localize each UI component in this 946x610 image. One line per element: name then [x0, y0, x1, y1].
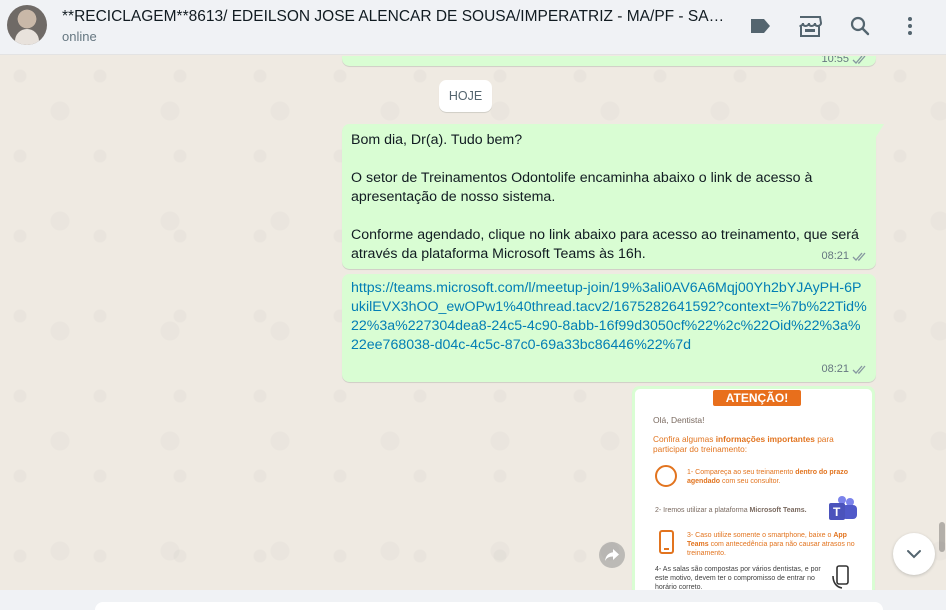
attention-poster-image[interactable]: ATENÇÃO! Olá, Dentista! Confira algumas … [635, 389, 872, 590]
forward-icon [605, 549, 619, 561]
hand-phone-icon [832, 565, 849, 589]
poster-heading: ATENÇÃO! [713, 390, 801, 406]
clock-icon [655, 465, 677, 487]
poster-item-1: 1- Compareça ao seu treinamento dentro d… [687, 469, 849, 485]
poster-greeting: Olá, Dentista! [653, 415, 705, 425]
chat-title[interactable]: **RECICLAGEM**8613/ EDEILSON JOSE ALENCA… [62, 8, 732, 26]
message-meta: 10:55 [821, 56, 868, 69]
link-message-bubble[interactable]: https://teams.microsoft.com/l/meetup-joi… [342, 274, 876, 382]
contact-avatar[interactable] [7, 5, 47, 45]
poster-item-3: 3- Caso utilize somente o smartphone, ba… [687, 532, 855, 557]
message-time: 08:21 [821, 363, 849, 375]
search-icon[interactable] [846, 12, 874, 40]
previous-message[interactable]: 10:55 [342, 56, 876, 66]
poster-item-4: 4- As salas são compostas por vários den… [655, 566, 821, 590]
composer-bar [0, 590, 946, 610]
smartphone-icon [659, 530, 674, 554]
message-bubble[interactable]: Bom dia, Dr(a). Tudo bem? O setor de Tre… [342, 124, 884, 269]
double-check-icon [852, 56, 866, 64]
double-check-icon [852, 365, 866, 374]
forward-button[interactable] [599, 542, 625, 568]
contact-status: online [62, 29, 97, 44]
message-meta: 08:21 [821, 360, 868, 379]
image-message-bubble[interactable]: ATENÇÃO! Olá, Dentista! Confira algumas … [632, 386, 875, 590]
message-text: Bom dia, Dr(a). Tudo bem? O setor de Tre… [351, 132, 859, 262]
message-time: 08:21 [821, 250, 849, 262]
chevron-down-icon [907, 550, 921, 559]
chat-scrollbar[interactable] [939, 522, 945, 552]
message-time: 10:55 [821, 56, 849, 65]
bubble-tail [876, 124, 884, 137]
poster-intro: Confira algumas informações importantes … [653, 434, 834, 454]
chat-panel[interactable]: 10:55 HOJE Bom dia, Dr(a). Tudo bem? O s… [0, 56, 946, 590]
menu-icon[interactable] [896, 12, 924, 40]
store-icon[interactable] [796, 12, 824, 40]
svg-text:T: T [833, 505, 841, 519]
double-check-icon [852, 252, 866, 261]
microsoft-teams-icon: T [829, 496, 857, 520]
chat-header: **RECICLAGEM**8613/ EDEILSON JOSE ALENCA… [0, 0, 946, 55]
date-divider: HOJE [439, 80, 492, 112]
label-icon[interactable] [746, 12, 774, 40]
poster-item-2: 2- Iremos utilizar a plataforma Microsof… [655, 507, 807, 514]
message-meta: 08:21 [821, 247, 868, 266]
message-input[interactable] [95, 602, 883, 610]
teams-meeting-link[interactable]: https://teams.microsoft.com/l/meetup-joi… [351, 280, 867, 353]
scroll-to-bottom-button[interactable] [893, 533, 935, 575]
